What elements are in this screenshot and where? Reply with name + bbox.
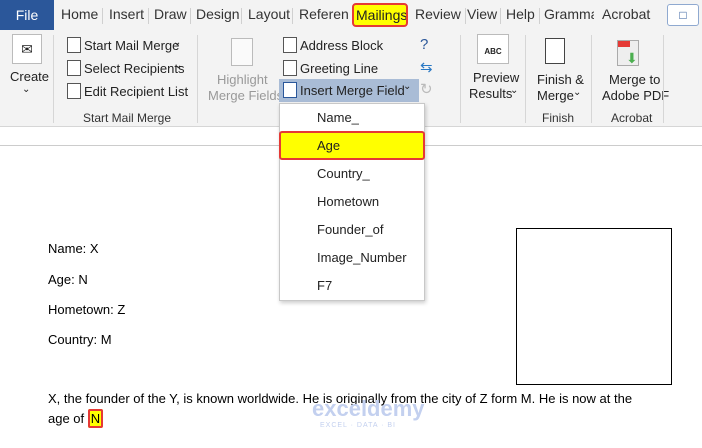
- paragraph-text: age of: [48, 411, 88, 426]
- chevron-down-icon: ⌄: [403, 81, 412, 92]
- doc-paragraph-line2[interactable]: age of N: [48, 409, 104, 428]
- highlight-merge-fields-button[interactable]: Highlight: [217, 72, 268, 87]
- merge-to-adobe-pdf-button[interactable]: Merge to: [609, 72, 660, 87]
- address-block-icon: [283, 37, 297, 53]
- merge-to-adobe-pdf-label: Adobe PDF: [602, 88, 670, 103]
- tab-home[interactable]: Home: [61, 6, 98, 22]
- chevron-down-icon[interactable]: ⌄: [22, 84, 30, 95]
- match-fields-icon[interactable]: ⇆: [420, 58, 433, 76]
- start-mail-merge-icon: [67, 37, 81, 53]
- tab-acrobat[interactable]: Acrobat: [602, 6, 650, 22]
- merge-field-n[interactable]: N: [87, 409, 104, 428]
- finish-merge-label: Merge: [537, 88, 574, 103]
- edit-recipient-list-icon: [67, 83, 81, 99]
- merge-field-name[interactable]: Name_: [317, 110, 359, 125]
- select-recipients-button[interactable]: Select Recipients: [84, 61, 184, 76]
- image-placeholder[interactable]: [516, 228, 672, 385]
- tab-review[interactable]: Review: [415, 6, 461, 22]
- merge-field-country[interactable]: Country_: [317, 166, 370, 181]
- merge-field-age[interactable]: Age: [317, 138, 340, 153]
- merge-field-f7[interactable]: F7: [317, 278, 332, 293]
- doc-line-hometown[interactable]: Hometown: Z: [48, 302, 125, 317]
- merge-field-image-number[interactable]: Image_Number: [317, 250, 407, 265]
- doc-line-country[interactable]: Country: M: [48, 332, 112, 347]
- merge-field-founder-of[interactable]: Founder_of: [317, 222, 384, 237]
- group-label-acrobat: Acrobat: [611, 111, 653, 125]
- select-recipients-icon: [67, 60, 81, 76]
- tab-file[interactable]: File: [0, 0, 54, 30]
- highlight-merge-fields-icon: [231, 38, 253, 66]
- dropdown-items: Name_ Age Country_ Hometown Founder_of I…: [279, 103, 425, 301]
- exceldemy-watermark: exceldemy: [312, 396, 425, 421]
- insert-merge-field-icon: [283, 82, 297, 98]
- greeting-line-icon: [283, 60, 297, 76]
- merge-field-hometown[interactable]: Hometown: [317, 194, 379, 209]
- tab-insert[interactable]: Insert: [109, 6, 144, 22]
- tab-grammarly[interactable]: Gramma: [544, 6, 594, 22]
- tab-draw[interactable]: Draw: [154, 6, 187, 22]
- insert-merge-field-label: Insert Merge Field: [300, 83, 405, 98]
- tab-bar: File Home Insert Draw Design Layout Refe…: [0, 0, 702, 31]
- tab-help[interactable]: Help: [506, 6, 535, 22]
- comment-icon[interactable]: □: [667, 4, 699, 26]
- doc-line-name[interactable]: Name: X: [48, 241, 99, 256]
- preview-results-label: Results: [469, 86, 513, 101]
- greeting-line-button[interactable]: Greeting Line: [300, 61, 378, 76]
- start-mail-merge-button[interactable]: Start Mail Merge: [84, 38, 179, 53]
- envelope-icon[interactable]: ✉: [12, 34, 42, 64]
- create-button[interactable]: Create: [10, 69, 49, 84]
- update-labels-icon[interactable]: ↻: [420, 80, 433, 98]
- tab-design[interactable]: Design: [196, 6, 240, 22]
- group-label-finish: Finish: [542, 111, 575, 125]
- tab-references[interactable]: Referenc: [299, 6, 349, 22]
- preview-results-icon: ABC: [477, 34, 509, 64]
- edit-recipient-list-button[interactable]: Edit Recipient List: [84, 84, 188, 99]
- tab-view[interactable]: View: [467, 6, 497, 22]
- watermark-tagline: EXCEL · DATA · BI: [320, 422, 396, 429]
- address-block-button[interactable]: Address Block: [300, 38, 383, 53]
- finish-merge-icon: [545, 38, 565, 64]
- page-edge: [0, 145, 280, 146]
- highlight-merge-fields-label: Merge Fields: [208, 88, 284, 103]
- finish-merge-button[interactable]: Finish &: [537, 72, 584, 87]
- doc-line-age[interactable]: Age: N: [48, 272, 88, 287]
- tab-mailings[interactable]: Mailings: [352, 3, 408, 27]
- adobe-pdf-icon: ⬇: [617, 40, 639, 66]
- rules-icon[interactable]: ?: [420, 36, 428, 53]
- preview-results-button[interactable]: Preview: [473, 70, 519, 85]
- insert-merge-field-button[interactable]: Insert Merge Field ⌄: [279, 79, 419, 102]
- group-label-start-mail-merge: Start Mail Merge: [83, 111, 172, 125]
- tab-layout[interactable]: Layout: [248, 6, 290, 22]
